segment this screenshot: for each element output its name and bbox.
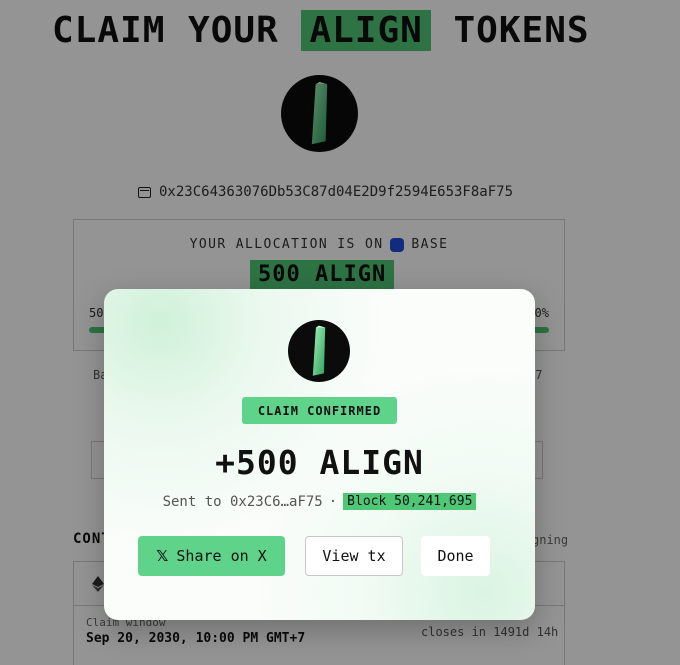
claim-confirmed-badge: CLAIM CONFIRMED [242, 397, 397, 424]
view-tx-button[interactable]: View tx [305, 536, 403, 576]
claimed-amount: +500 ALIGN [215, 443, 424, 482]
claim-confirmed-modal: CLAIM CONFIRMED +500 ALIGN Sent to 0x23C… [104, 289, 535, 620]
align-logo-icon [288, 320, 350, 382]
share-button-label: Share on X [176, 547, 267, 565]
block-number-tag: Block 50,241,695 [343, 493, 477, 510]
sent-to-address: Sent to 0x23C6…aF75 [162, 493, 323, 510]
transaction-summary: Sent to 0x23C6…aF75 · Block 50,241,695 [104, 493, 535, 510]
summary-separator: · [328, 493, 338, 510]
share-on-x-button[interactable]: 𝕏 Share on X [138, 536, 285, 576]
x-logo-icon: 𝕏 [156, 547, 169, 565]
done-button[interactable]: Done [421, 536, 490, 576]
